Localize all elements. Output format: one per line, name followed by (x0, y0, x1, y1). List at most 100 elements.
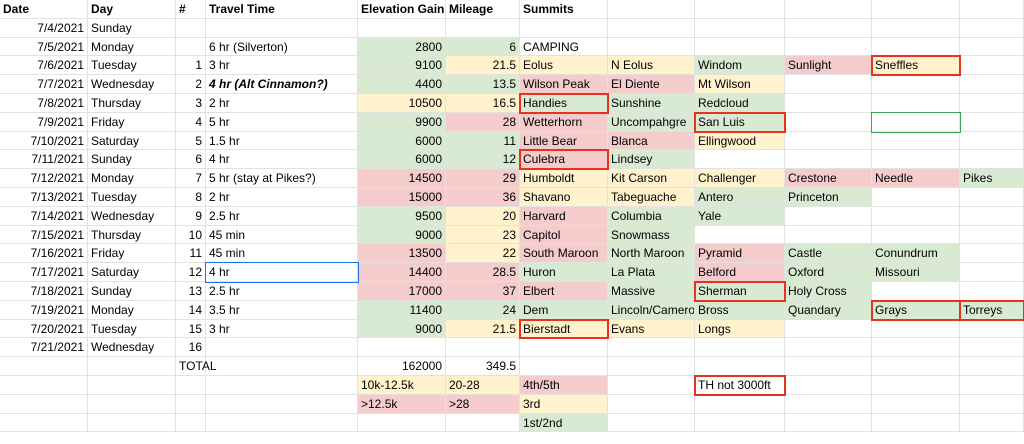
empty-cell[interactable] (88, 376, 176, 395)
empty-cell[interactable] (960, 282, 1024, 301)
empty-cell[interactable] (520, 19, 608, 38)
empty-cell[interactable] (608, 0, 695, 19)
empty-cell[interactable] (872, 226, 960, 244)
elevation-gain-cell[interactable]: 11400 (358, 301, 446, 320)
travel-time-cell[interactable]: 6 hr (Silverton) (206, 38, 358, 56)
summit-cell[interactable]: Grays (872, 301, 960, 320)
empty-cell[interactable] (872, 414, 960, 432)
empty-cell[interactable] (608, 395, 695, 414)
summit-cell[interactable]: Evans (608, 320, 695, 338)
day-cell[interactable]: Tuesday (88, 56, 176, 75)
day-cell[interactable]: Tuesday (88, 320, 176, 338)
summit-cell[interactable]: Kit Carson (608, 169, 695, 188)
summit-cell[interactable]: Wilson Peak (520, 75, 608, 94)
day-number-cell[interactable]: 11 (176, 244, 206, 263)
empty-cell[interactable] (872, 94, 960, 113)
summit-cell[interactable]: Lincoln/Cameron (608, 301, 695, 320)
empty-cell[interactable] (608, 338, 695, 357)
travel-time-cell[interactable]: 3.5 hr (206, 301, 358, 320)
empty-cell[interactable] (872, 113, 960, 132)
travel-time-cell[interactable]: 4 hr (206, 263, 358, 282)
elevation-gain-cell[interactable]: 9100 (358, 56, 446, 75)
elevation-gain-cell[interactable]: 2800 (358, 38, 446, 56)
empty-cell[interactable] (695, 226, 785, 244)
day-cell[interactable]: Saturday (88, 263, 176, 282)
summit-cell[interactable]: Uncompahgre (608, 113, 695, 132)
summit-cell[interactable]: North Maroon (608, 244, 695, 263)
elevation-gain-cell[interactable] (358, 338, 446, 357)
empty-cell[interactable] (960, 414, 1024, 432)
empty-cell[interactable] (872, 395, 960, 414)
empty-cell[interactable] (872, 282, 960, 301)
summit-cell[interactable]: Princeton (785, 188, 872, 207)
date-cell[interactable]: 7/6/2021 (0, 56, 88, 75)
day-number-cell[interactable]: 15 (176, 320, 206, 338)
day-number-cell[interactable]: 7 (176, 169, 206, 188)
empty-cell[interactable] (520, 357, 608, 376)
date-cell[interactable]: 7/14/2021 (0, 207, 88, 226)
empty-cell[interactable] (785, 395, 872, 414)
empty-cell[interactable] (206, 395, 358, 414)
travel-time-cell[interactable]: 2 hr (206, 94, 358, 113)
summit-cell[interactable]: Crestone (785, 169, 872, 188)
empty-cell[interactable] (960, 338, 1024, 357)
empty-cell[interactable] (785, 338, 872, 357)
summit-cell[interactable]: El Diente (608, 75, 695, 94)
empty-cell[interactable] (872, 75, 960, 94)
empty-cell[interactable] (785, 357, 872, 376)
elevation-gain-cell[interactable]: 6000 (358, 132, 446, 150)
travel-time-cell[interactable]: 45 min (206, 244, 358, 263)
empty-cell[interactable] (960, 0, 1024, 19)
summit-cell[interactable]: Antero (695, 188, 785, 207)
empty-cell[interactable] (695, 357, 785, 376)
header-travel-time[interactable]: Travel Time (206, 0, 358, 19)
summit-cell[interactable]: Belford (695, 263, 785, 282)
summit-cell[interactable]: Longs (695, 320, 785, 338)
summit-cell[interactable]: Wetterhorn (520, 113, 608, 132)
empty-cell[interactable] (608, 414, 695, 432)
mileage-cell[interactable]: 21.5 (446, 320, 520, 338)
day-number-cell[interactable]: 6 (176, 150, 206, 169)
day-cell[interactable]: Monday (88, 301, 176, 320)
summit-cell[interactable]: N Eolus (608, 56, 695, 75)
empty-cell[interactable] (785, 132, 872, 150)
summit-cell[interactable]: La Plata (608, 263, 695, 282)
summit-cell[interactable]: Sneffles (872, 56, 960, 75)
empty-cell[interactable] (176, 376, 206, 395)
travel-time-cell[interactable]: 4 hr (Alt Cinnamon?) (206, 75, 358, 94)
legend-summit-difficulty-cell[interactable]: 4th/5th (520, 376, 608, 395)
summit-cell[interactable]: Huron (520, 263, 608, 282)
day-number-cell[interactable]: 8 (176, 188, 206, 207)
elevation-gain-cell[interactable]: 9900 (358, 113, 446, 132)
elevation-gain-cell[interactable]: 14400 (358, 263, 446, 282)
header-number[interactable]: # (176, 0, 206, 19)
day-number-cell[interactable]: 2 (176, 75, 206, 94)
empty-cell[interactable] (960, 395, 1024, 414)
empty-cell[interactable] (206, 414, 358, 432)
empty-cell[interactable] (0, 414, 88, 432)
day-number-cell[interactable]: 16 (176, 338, 206, 357)
travel-time-cell[interactable]: 3 hr (206, 56, 358, 75)
date-cell[interactable]: 7/20/2021 (0, 320, 88, 338)
date-cell[interactable]: 7/8/2021 (0, 94, 88, 113)
empty-cell[interactable] (88, 395, 176, 414)
empty-cell[interactable] (695, 395, 785, 414)
empty-cell[interactable] (960, 376, 1024, 395)
day-number-cell[interactable]: 10 (176, 226, 206, 244)
date-cell[interactable]: 7/13/2021 (0, 188, 88, 207)
empty-cell[interactable] (785, 320, 872, 338)
summit-cell[interactable]: Eolus (520, 56, 608, 75)
summit-cell[interactable]: Sherman (695, 282, 785, 301)
elevation-gain-cell[interactable]: 6000 (358, 150, 446, 169)
summit-cell[interactable]: Challenger (695, 169, 785, 188)
empty-cell[interactable] (176, 395, 206, 414)
empty-cell[interactable] (695, 414, 785, 432)
day-cell[interactable]: Monday (88, 169, 176, 188)
date-cell[interactable]: 7/19/2021 (0, 301, 88, 320)
empty-cell[interactable] (206, 357, 358, 376)
empty-cell[interactable] (872, 188, 960, 207)
day-cell[interactable]: Friday (88, 113, 176, 132)
summit-cell[interactable]: Snowmass (608, 226, 695, 244)
summit-cell[interactable]: Bross (695, 301, 785, 320)
summit-cell[interactable]: Handies (520, 94, 608, 113)
